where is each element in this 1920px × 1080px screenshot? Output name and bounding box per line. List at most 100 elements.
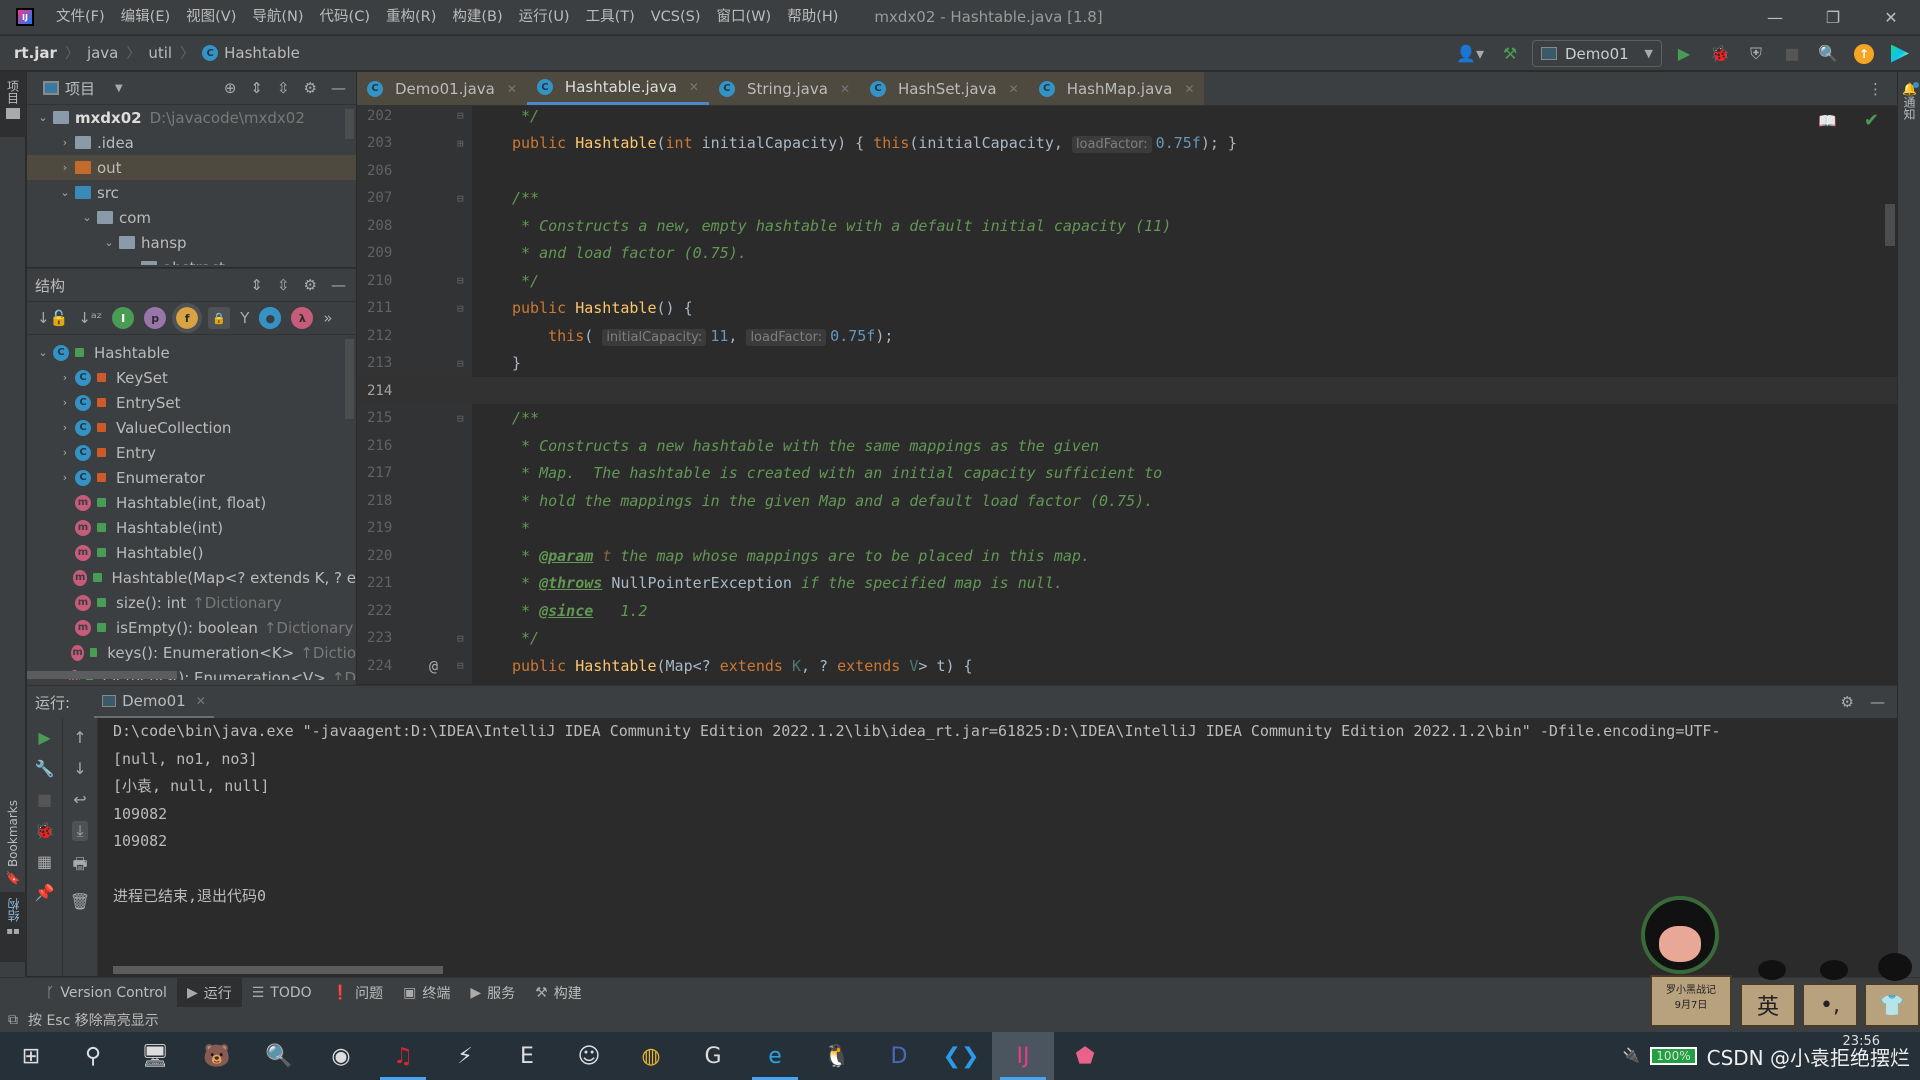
code-line[interactable]: 213 ⊟} [357,350,1897,377]
show-inherited-icon[interactable]: I [112,307,135,329]
code-line[interactable]: 216 * Constructs a new hashtable with th… [357,432,1897,459]
editor-tab[interactable]: C HashSet.java ✕ [860,72,1029,105]
update-icon[interactable]: ↑ [1850,40,1878,68]
show-anonymous-icon[interactable]: ● [259,307,282,329]
structure-item[interactable]: › C Entry [27,440,356,465]
code-line[interactable]: 223 ⊟ */ [357,625,1897,652]
chevron-down-icon[interactable]: ⌄ [99,236,119,249]
menu-item[interactable]: 窗口(W) [709,0,780,35]
intellij-logo-icon[interactable]: IJ [16,8,34,26]
bottom-tab[interactable]: ▶ 运行 [176,977,242,1008]
code-line[interactable]: 207 ⊟ /** [357,185,1897,212]
rerun-icon[interactable]: ▶ [38,728,50,747]
chevron-right-icon[interactable]: › [55,161,75,174]
structure-scrollbar[interactable] [345,339,354,419]
editor-tab[interactable]: C String.java ✕ [708,72,860,105]
skin-box[interactable]: 👕 [1864,983,1920,1027]
structure-item[interactable]: › C ValueCollection [27,415,356,440]
bottom-tab[interactable]: ⚒ 构建 [525,978,592,1008]
ime-box[interactable]: 英 [1740,983,1796,1027]
code-line[interactable]: 210 ⊟ */ [357,267,1897,294]
scroll-to-end-icon[interactable]: ⤓ [72,821,88,841]
project-tree-item[interactable]: › out [27,155,356,180]
show-properties-icon[interactable]: p [144,307,167,329]
layout-icon[interactable]: ▦ [37,852,52,871]
structure-h-scrollbar[interactable] [27,671,177,679]
project-tree-item[interactable]: ⌄ src [27,180,356,205]
arrow-up-icon[interactable]: ↑ [73,728,86,747]
code-line[interactable]: 224 ⊟ @ public Hashtable(Map<? extends K, ?… [357,652,1897,679]
taskbar-vscode-icon[interactable]: ❮❯ [930,1032,992,1080]
close-tab-icon[interactable]: ✕ [840,82,850,96]
close-button[interactable]: ✕ [1862,0,1920,35]
structure-item[interactable]: m Hashtable() [27,540,356,565]
hide-icon[interactable]: — [331,276,346,294]
chevron-down-icon[interactable]: ⌄ [77,211,97,224]
tab-menu-icon[interactable]: ⋮ [1854,72,1897,105]
print-icon[interactable]: 🖶 [72,853,87,880]
mascot-character[interactable] [1645,900,1715,970]
expand-all-icon[interactable]: ⇕ [250,79,263,97]
menu-item[interactable]: 构建(B) [444,0,510,35]
bottom-tab[interactable]: ☰ TODO [242,978,322,1008]
search-icon[interactable]: 🔍 [1814,40,1842,68]
debug-icon[interactable]: 🐞 [1706,40,1734,68]
close-tab-icon[interactable]: ✕ [689,80,699,94]
code-editor[interactable]: 202 ⊟ */ 203 ⊞ public Hashtable(int initialC… [357,106,1897,684]
taskbar-epic-games-icon[interactable]: E [496,1032,558,1080]
chevron-right-icon[interactable]: › [55,136,75,149]
menu-item[interactable]: 文件(F) [48,0,113,35]
structure-item[interactable]: m keys(): Enumeration<K> ↑Dictio [27,640,356,665]
code-line[interactable]: 203 ⊞ public Hashtable(int initialCapacity… [357,130,1897,157]
taskbar-baidu-netdisk-icon[interactable]: 🐻 [186,1032,248,1080]
code-line[interactable]: 221 * @throws NullPointerException if th… [357,570,1897,597]
taskbar-dev-cpp-icon[interactable]: D [868,1032,930,1080]
chevron-right-icon[interactable]: › [55,421,75,434]
stop-icon[interactable]: ■ [37,790,52,809]
expand-all-icon[interactable]: ⇕ [250,276,263,294]
menu-item[interactable]: 导航(N) [244,0,311,35]
pin-icon[interactable]: 📌 [35,883,55,902]
taskbar-search-icon[interactable]: ⚲ [62,1032,124,1080]
taskbar-intellij-icon[interactable]: IJ [992,1032,1054,1080]
fold-marker-icon[interactable]: ⊟ [457,412,464,425]
show-fields-icon[interactable]: f [172,303,203,333]
taskbar-thunder-icon[interactable]: ⚡ [434,1032,496,1080]
taskbar-app-launcher-icon[interactable]: ⬟ [1054,1032,1116,1080]
menu-item[interactable]: 运行(U) [511,0,578,35]
structure-tool-tab[interactable]: 结构 ▪▪ [0,892,26,962]
code-line[interactable]: 215 ⊟ /** [357,405,1897,432]
taskbar-edge-icon[interactable]: e [744,1032,806,1080]
status-panel-icon[interactable]: ⧉ [8,1012,18,1028]
reader-mode-icon[interactable]: 📖 [1818,112,1837,130]
chevron-right-icon[interactable]: › [55,371,75,384]
menu-item[interactable]: 编辑(E) [113,0,178,35]
editor-tab[interactable]: C Hashtable.java ✕ [526,72,709,105]
taskbar-game-character-icon[interactable]: ☺ [558,1032,620,1080]
override-marker-icon[interactable]: @ [429,657,438,675]
close-tab-icon[interactable]: ✕ [1009,82,1019,96]
editor-tab[interactable]: C HashMap.java ✕ [1028,72,1205,105]
menu-item[interactable]: 帮助(H) [779,0,846,35]
menu-item[interactable]: VCS(S) [643,0,709,35]
punctuation-box[interactable]: •, [1802,983,1858,1027]
coverage-icon[interactable]: ⛨ [1742,40,1770,68]
menu-item[interactable]: 重构(R) [378,0,444,35]
collapse-all-icon[interactable]: ⇳ [277,276,290,294]
run-icon[interactable]: ▶ [1670,40,1698,68]
battery-indicator[interactable]: 100% [1650,1047,1697,1065]
gear-icon[interactable]: ⚙ [1841,693,1854,711]
fold-marker-icon[interactable]: ⊞ [457,137,464,150]
clock-time[interactable]: 23:56 [1843,1034,1880,1049]
locate-icon[interactable]: ⊕ [224,79,237,97]
breadcrumb-java[interactable]: java [87,44,118,62]
code-line[interactable]: 208 * Constructs a new, empty hashtable … [357,212,1897,239]
breadcrumb-util[interactable]: util [148,44,172,62]
more-icon[interactable]: » [323,309,332,327]
chevron-right-icon[interactable]: › [55,396,75,409]
structure-item[interactable]: m Hashtable(int) [27,515,356,540]
fold-marker-icon[interactable]: ⊟ [457,302,464,315]
code-line[interactable]: 209 * and load factor (0.75). [357,240,1897,267]
fold-marker-icon[interactable]: ⊟ [457,659,464,672]
build-hammer-icon[interactable]: ⚒ [1496,40,1524,68]
